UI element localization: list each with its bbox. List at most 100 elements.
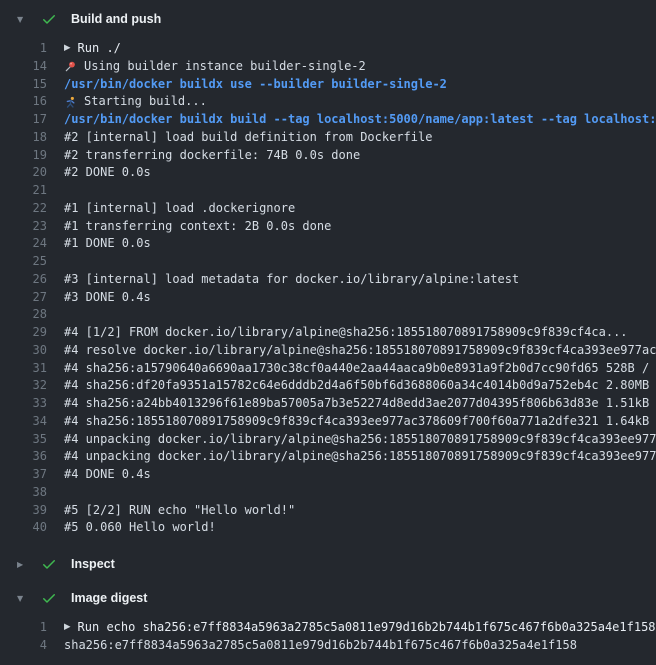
log-text: #1 [internal] load .dockerignore [64, 200, 295, 218]
pushpin-icon [64, 60, 77, 73]
line-number[interactable]: 25 [0, 253, 47, 271]
line-number[interactable]: 22 [0, 200, 47, 218]
log-group-title: Image digest [71, 591, 147, 605]
log-text: #2 transferring dockerfile: 74B 0.0s don… [64, 147, 360, 165]
line-number[interactable]: 36 [0, 448, 47, 466]
log-line: 38 [0, 484, 656, 502]
log-group-header-build-and-push[interactable]: ▼ Build and push [0, 2, 656, 36]
log-text: #4 DONE 0.4s [64, 466, 151, 484]
line-number[interactable]: 32 [0, 377, 47, 395]
log-text: Run ./ [78, 40, 121, 58]
line-number[interactable]: 14 [0, 58, 47, 76]
log-line: 32 #4 sha256:df20fa9351a15782c64e6dddb2d4… [0, 377, 656, 395]
success-check-icon [41, 590, 57, 606]
log-text: #4 sha256:185518070891758909c9f839cf4ca3… [64, 413, 656, 431]
log-text: #1 DONE 0.0s [64, 235, 151, 253]
line-number[interactable]: 30 [0, 342, 47, 360]
line-number[interactable]: 18 [0, 129, 47, 147]
log-line: 19 #2 transferring dockerfile: 74B 0.0s d… [0, 147, 656, 165]
log-text: #4 [1/2] FROM docker.io/library/alpine@s… [64, 324, 628, 342]
line-number[interactable]: 20 [0, 164, 47, 182]
log-group-header-image-digest[interactable]: ▼ Image digest [0, 581, 656, 615]
log-text: #2 DONE 0.0s [64, 164, 151, 182]
line-number[interactable]: 15 [0, 76, 47, 94]
command-text: /usr/bin/docker buildx build --tag local… [64, 111, 656, 129]
log-line: 25 [0, 253, 656, 271]
log-text: Starting build... [84, 93, 207, 111]
line-number[interactable]: 28 [0, 306, 47, 324]
line-number[interactable]: 23 [0, 218, 47, 236]
line-number[interactable]: 29 [0, 324, 47, 342]
log-line: 1 ▶ Run ./ [0, 40, 656, 58]
log-text: Run echo sha256:e7ff8834a5963a2785c5a081… [78, 619, 656, 637]
log-text: #4 sha256:df20fa9351a15782c64e6dddb2d4a6… [64, 377, 656, 395]
log-line: 18 #2 [internal] load build definition fr… [0, 129, 656, 147]
log-text: #2 [internal] load build definition from… [64, 129, 432, 147]
log-line: 26 #3 [internal] load metadata for docker… [0, 271, 656, 289]
log-text: #4 unpacking docker.io/library/alpine@sh… [64, 431, 656, 449]
log-text: #3 DONE 0.4s [64, 289, 151, 307]
log-line: 21 [0, 182, 656, 200]
log-line: 23 #1 transferring context: 2B 0.0s done [0, 218, 656, 236]
log-group-header-inspect[interactable]: ▶ Inspect [0, 547, 656, 581]
log-line: 33 #4 sha256:a24bb4013296f61e89ba57005a7b… [0, 395, 656, 413]
log-line: 24 #1 DONE 0.0s [0, 235, 656, 253]
expand-run-command-icon[interactable]: ▶ [64, 40, 71, 58]
line-number[interactable]: 31 [0, 360, 47, 378]
log-text: #4 resolve docker.io/library/alpine@sha2… [64, 342, 656, 360]
log-line: 36 #4 unpacking docker.io/library/alpine@… [0, 448, 656, 466]
log-line: 29 #4 [1/2] FROM docker.io/library/alpine… [0, 324, 656, 342]
log-line: 16 Starting build... [0, 93, 656, 111]
line-number[interactable]: 38 [0, 484, 47, 502]
log-line: 22 #1 [internal] load .dockerignore [0, 200, 656, 218]
line-number[interactable]: 16 [0, 93, 47, 111]
line-number[interactable]: 40 [0, 519, 47, 537]
log-group-lines-build-and-push: 1 ▶ Run ./ 14 Using builder instance builder… [0, 36, 656, 547]
log-text: #4 sha256:a24bb4013296f61e89ba57005a7b3e… [64, 395, 656, 413]
log-text: #4 unpacking docker.io/library/alpine@sh… [64, 448, 656, 466]
log-line: 39 #5 [2/2] RUN echo "Hello world!" [0, 502, 656, 520]
log-line: 1 ▶ Run echo sha256:e7ff8834a5963a2785c5a0… [0, 619, 656, 637]
line-number[interactable]: 24 [0, 235, 47, 253]
log-line: 40 #5 0.060 Hello world! [0, 519, 656, 537]
log-line: 14 Using builder instance builder-single-… [0, 58, 656, 76]
log-text: #4 sha256:a15790640a6690aa1730c38cf0a440… [64, 360, 656, 378]
log-line: 17/usr/bin/docker buildx build --tag loc… [0, 111, 656, 129]
log-text: #5 0.060 Hello world! [64, 519, 216, 537]
log-line: 15/usr/bin/docker buildx use --builder b… [0, 76, 656, 94]
log-text: #1 transferring context: 2B 0.0s done [64, 218, 331, 236]
line-number[interactable]: 1 [0, 40, 47, 58]
line-number[interactable]: 27 [0, 289, 47, 307]
line-number[interactable]: 17 [0, 111, 47, 129]
line-number[interactable]: 34 [0, 413, 47, 431]
log-group-title: Build and push [71, 12, 161, 26]
line-number[interactable]: 33 [0, 395, 47, 413]
expand-run-command-icon[interactable]: ▶ [64, 619, 71, 637]
log-line: 27 #3 DONE 0.4s [0, 289, 656, 307]
log-text: Using builder instance builder-single-2 [84, 58, 366, 76]
line-number[interactable]: 19 [0, 147, 47, 165]
line-number[interactable]: 37 [0, 466, 47, 484]
line-number[interactable]: 26 [0, 271, 47, 289]
command-text: /usr/bin/docker buildx use --builder bui… [64, 76, 447, 94]
success-check-icon [41, 11, 57, 27]
line-number[interactable]: 1 [0, 619, 47, 637]
chevron-down-icon[interactable]: ▼ [17, 15, 29, 24]
success-check-icon [41, 556, 57, 572]
log-line: 34 #4 sha256:185518070891758909c9f839cf4c… [0, 413, 656, 431]
chevron-down-icon[interactable]: ▼ [17, 594, 29, 603]
log-group-lines-image-digest: 1 ▶ Run echo sha256:e7ff8834a5963a2785c5a0… [0, 615, 656, 665]
log-line: 30 #4 resolve docker.io/library/alpine@sh… [0, 342, 656, 360]
log-group-title: Inspect [71, 557, 115, 571]
log-text: sha256:e7ff8834a5963a2785c5a0811e979d16b… [64, 637, 577, 655]
line-number[interactable]: 21 [0, 182, 47, 200]
log-text: #3 [internal] load metadata for docker.i… [64, 271, 519, 289]
log-line: 28 [0, 306, 656, 324]
log-text: #5 [2/2] RUN echo "Hello world!" [64, 502, 295, 520]
chevron-right-icon[interactable]: ▶ [17, 560, 29, 569]
runner-icon [64, 96, 77, 109]
line-number[interactable]: 39 [0, 502, 47, 520]
line-number[interactable]: 4 [0, 637, 47, 655]
log-line: 20 #2 DONE 0.0s [0, 164, 656, 182]
line-number[interactable]: 35 [0, 431, 47, 449]
